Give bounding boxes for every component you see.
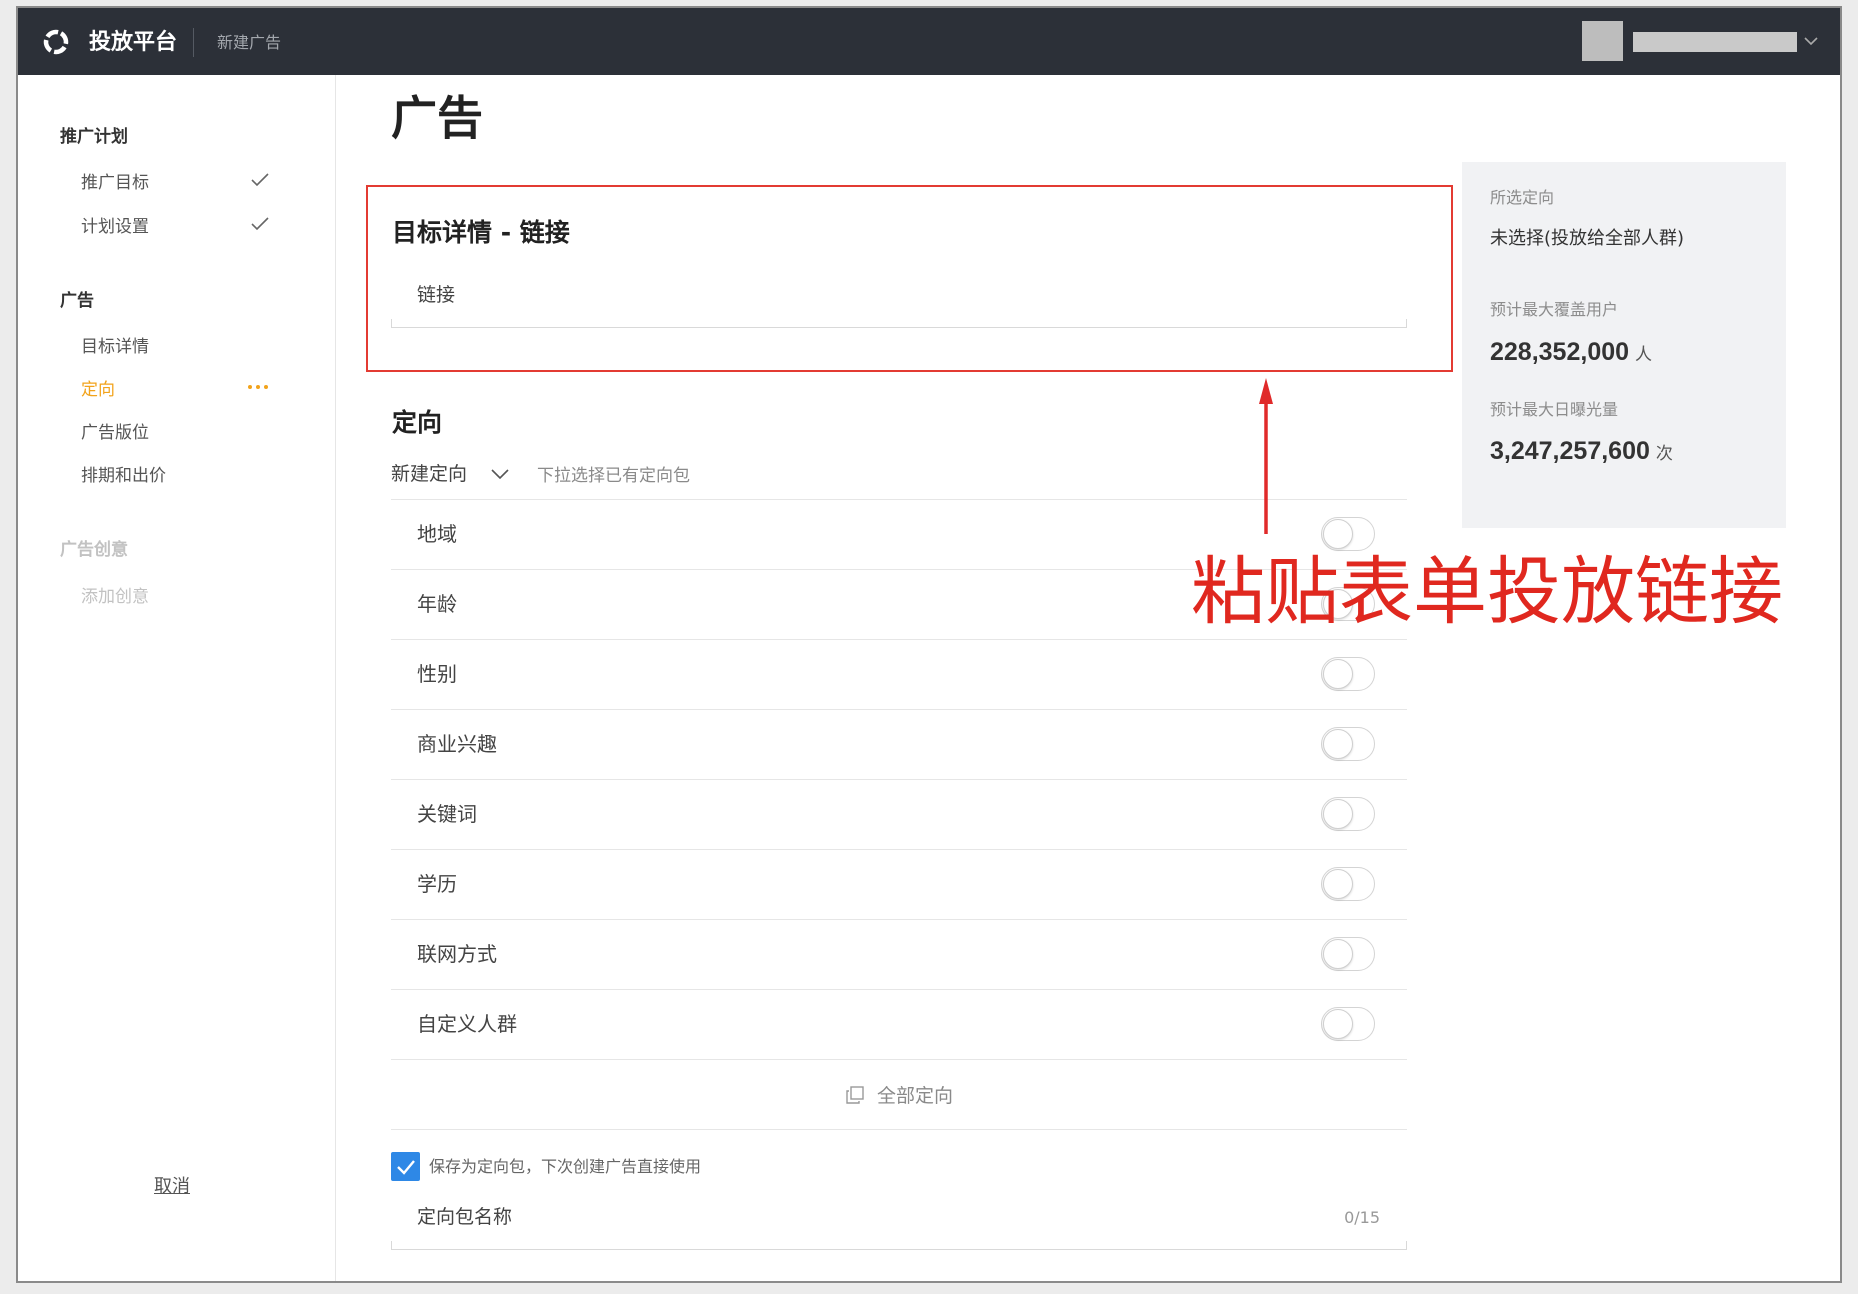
- sidebar-item-label: 定向: [81, 379, 115, 400]
- targeting-option-label: 自定义人群: [417, 1012, 517, 1036]
- app-name[interactable]: 投放平台: [89, 28, 177, 58]
- targeting-option-toggle[interactable]: [1321, 517, 1375, 551]
- toggle-knob: [1323, 939, 1353, 969]
- max-impressions-value: 3,247,257,600: [1490, 437, 1650, 465]
- copy-icon: [845, 1085, 865, 1105]
- targeting-option-row: 关键词: [391, 780, 1407, 850]
- topbar-divider: [193, 28, 194, 57]
- save-package-label: 保存为定向包，下次创建广告直接使用: [429, 1157, 702, 1176]
- targeting-option-row: 商业兴趣: [391, 710, 1407, 780]
- sidebar-item-label: 广告版位: [81, 422, 149, 443]
- targeting-option-row: 联网方式: [391, 920, 1407, 990]
- toggle-knob: [1323, 869, 1353, 899]
- targeting-package-hint: 下拉选择已有定向包: [537, 466, 690, 486]
- loop-logo-icon[interactable]: [41, 27, 71, 57]
- targeting-option-label: 关键词: [417, 802, 477, 826]
- cancel-link[interactable]: 取消: [154, 1169, 190, 1205]
- targeting-summary-panel: 所选定向 未选择(投放给全部人群) 预计最大覆盖用户 228,352,000 人 …: [1462, 162, 1786, 528]
- targeting-option-toggle[interactable]: [1321, 727, 1375, 761]
- targeting-option-row: 自定义人群: [391, 990, 1407, 1060]
- sidebar-item-ad-placement[interactable]: 广告版位: [81, 412, 269, 448]
- targeting-option-toggle[interactable]: [1321, 867, 1375, 901]
- app-window: 投放平台 新建广告 推广计划 推广目标 计划设置 广告 目标详情 定向 广告版位…: [16, 6, 1842, 1283]
- max-reach-unit: 人: [1635, 345, 1653, 365]
- targeting-option-row: 地域: [391, 500, 1407, 570]
- link-field-label: 链接: [417, 284, 456, 306]
- sidebar-item-label: 排期和出价: [81, 465, 166, 486]
- check-icon: [251, 217, 269, 231]
- max-reach-label: 预计最大覆盖用户: [1490, 300, 1619, 319]
- sidebar-item-label: 推广目标: [81, 172, 149, 193]
- max-impressions-unit: 次: [1655, 444, 1673, 464]
- save-package-checkbox[interactable]: [391, 1152, 420, 1181]
- package-name-label: 定向包名称: [417, 1206, 513, 1228]
- sidebar-section-title-creative: 广告创意: [60, 540, 128, 560]
- main-content: 广告 目标详情 - 链接 链接 定向 新建定向 下拉选择已有定向包 地域 年龄: [391, 8, 1407, 1281]
- sidebar-item-promotion-goal[interactable]: 推广目标: [81, 162, 269, 198]
- sidebar-section-title-plan: 推广计划: [60, 127, 128, 147]
- targeting-option-label: 地域: [417, 522, 457, 546]
- sidebar-item-label: 计划设置: [81, 216, 149, 237]
- check-icon: [251, 173, 269, 187]
- targeting-option-row: 学历: [391, 850, 1407, 920]
- breadcrumb: 新建广告: [217, 33, 282, 52]
- targeting-option-label: 商业兴趣: [417, 732, 497, 756]
- toggle-knob: [1323, 659, 1353, 689]
- toggle-knob: [1323, 519, 1353, 549]
- max-reach: 228,352,000 人: [1490, 335, 1652, 372]
- sidebar: 推广计划 推广目标 计划设置 广告 目标详情 定向 广告版位 排期和出价 广告创…: [18, 75, 336, 1281]
- save-package-option: 保存为定向包，下次创建广告直接使用: [391, 1152, 1091, 1182]
- all-targeting-label: 全部定向: [876, 1085, 953, 1107]
- redacted-username: [1633, 32, 1797, 52]
- targeting-option-label: 学历: [417, 872, 457, 896]
- chevron-down-icon: [491, 469, 509, 479]
- all-targeting-button[interactable]: 全部定向: [391, 1060, 1407, 1130]
- toggle-knob: [1323, 1009, 1353, 1039]
- account-menu[interactable]: [1582, 21, 1822, 61]
- more-dots-icon: [247, 384, 269, 390]
- target-details-title: 目标详情 - 链接: [392, 218, 570, 247]
- targeting-option-toggle[interactable]: [1321, 657, 1375, 691]
- page-title: 广告: [391, 91, 483, 145]
- targeting-option-row: 年龄: [391, 570, 1407, 640]
- max-reach-value: 228,352,000: [1490, 338, 1630, 366]
- toggle-knob: [1323, 589, 1353, 619]
- toggle-knob: [1323, 729, 1353, 759]
- toggle-knob: [1323, 799, 1353, 829]
- selected-targeting-label: 所选定向: [1490, 188, 1555, 207]
- sidebar-item-plan-settings[interactable]: 计划设置: [81, 206, 269, 242]
- sidebar-item-label: 添加创意: [81, 586, 149, 607]
- targeting-option-toggle[interactable]: [1321, 937, 1375, 971]
- sidebar-section-title-ad: 广告: [60, 291, 94, 311]
- targeting-option-label: 年龄: [417, 592, 457, 616]
- sidebar-item-targeting[interactable]: 定向: [81, 369, 269, 405]
- max-impressions: 3,247,257,600 次: [1490, 434, 1673, 471]
- max-impressions-label: 预计最大日曝光量: [1490, 400, 1619, 419]
- avatar: [1582, 21, 1623, 61]
- selected-targeting-value: 未选择(投放给全部人群): [1490, 228, 1685, 249]
- targeting-option-toggle[interactable]: [1321, 587, 1375, 621]
- new-targeting-label: 新建定向: [391, 463, 468, 485]
- targeting-option-toggle[interactable]: [1321, 1007, 1375, 1041]
- targeting-title: 定向: [392, 408, 443, 437]
- sidebar-item-target-details[interactable]: 目标详情: [81, 326, 269, 362]
- targeting-option-toggle[interactable]: [1321, 797, 1375, 831]
- targeting-option-row: 性别: [391, 640, 1407, 710]
- package-name-field[interactable]: 定向包名称 0/15: [391, 1192, 1407, 1250]
- targeting-option-label: 联网方式: [417, 942, 497, 966]
- package-name-counter: 0/15: [1344, 1208, 1380, 1227]
- sidebar-item-label: 目标详情: [81, 336, 149, 357]
- sidebar-item-add-creative: 添加创意: [81, 576, 269, 612]
- chevron-down-icon: [1804, 37, 1818, 46]
- new-targeting-dropdown[interactable]: 新建定向: [391, 459, 516, 489]
- targeting-options-list: 地域 年龄 性别 商业兴趣 关键词 学历 联网方式 自定义人群 全部定向: [391, 499, 1407, 1130]
- targeting-option-label: 性别: [417, 662, 457, 686]
- sidebar-item-schedule-bid[interactable]: 排期和出价: [81, 455, 269, 491]
- link-field[interactable]: 链接: [391, 274, 1407, 328]
